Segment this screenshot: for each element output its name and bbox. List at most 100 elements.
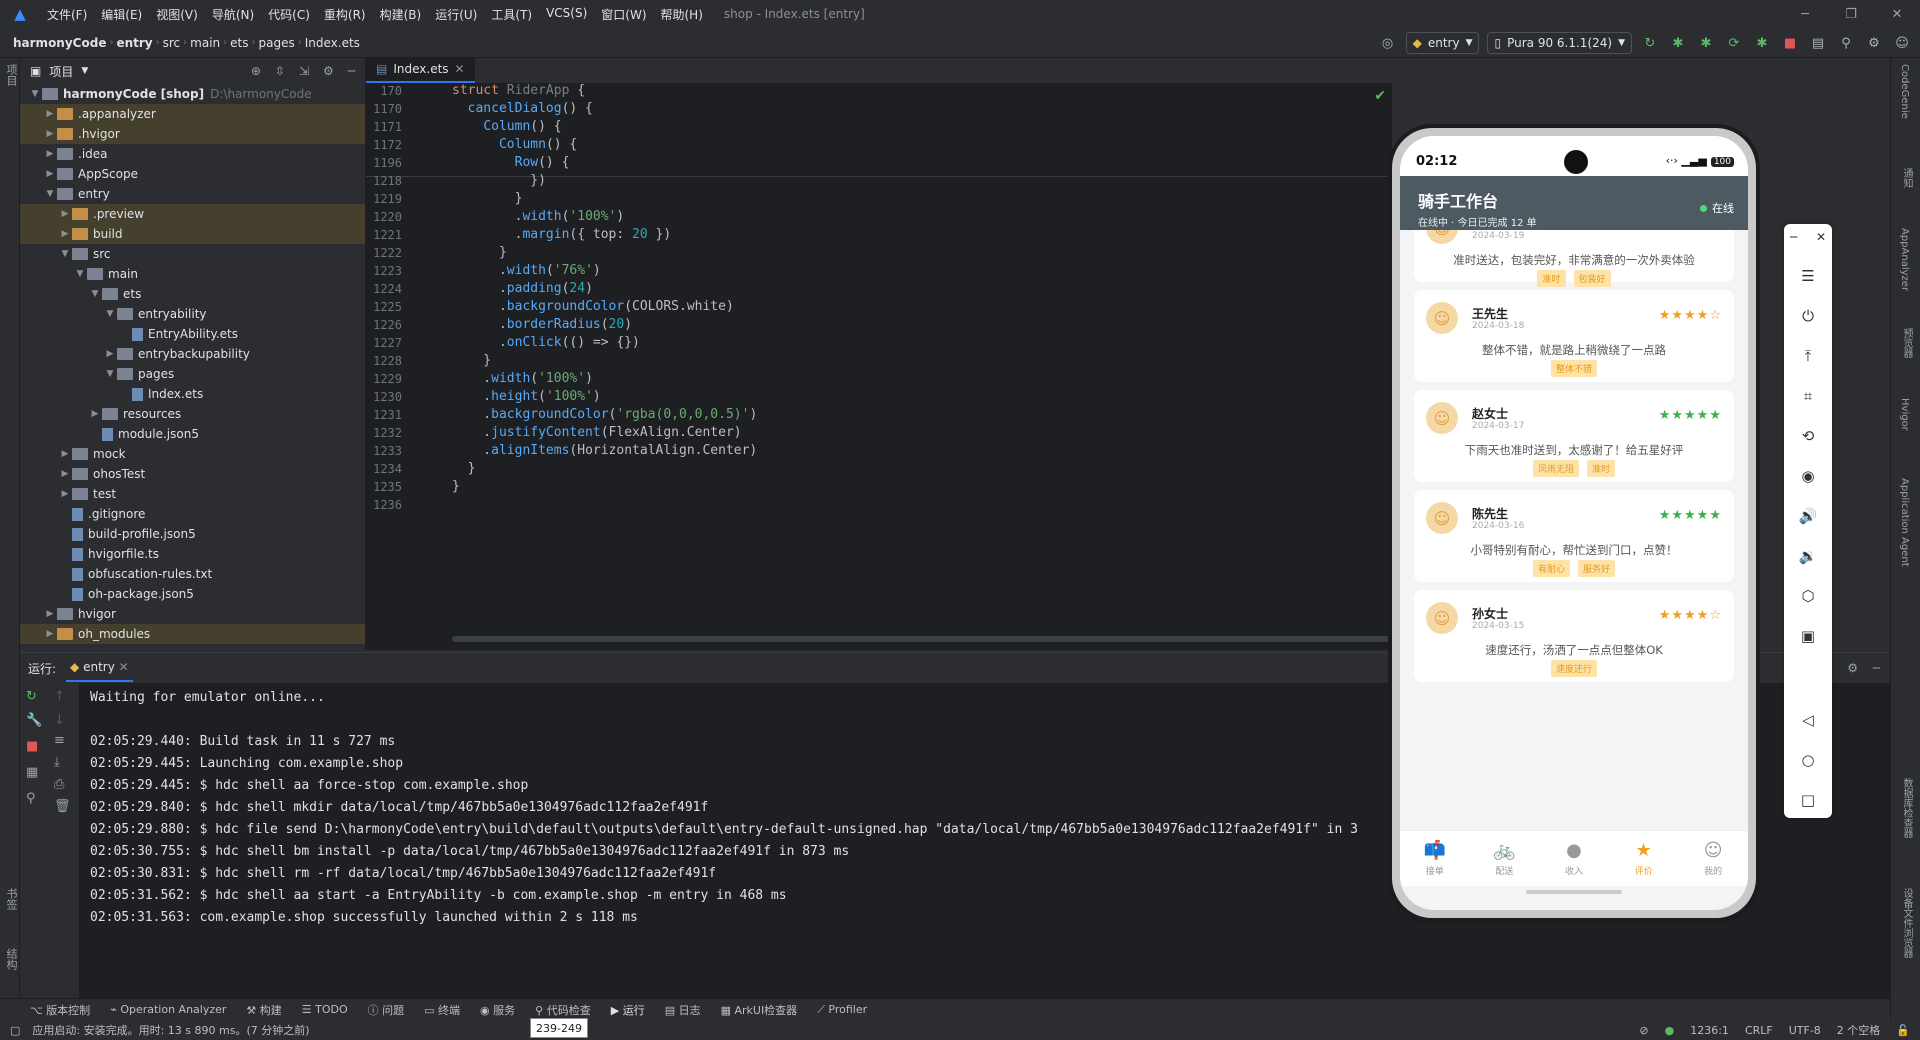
project-tool-tab[interactable]: 项目	[3, 64, 19, 86]
tree-item[interactable]: ▶ .preview	[20, 204, 365, 224]
tool-tab-3[interactable]: ☰ TODO	[302, 1003, 348, 1016]
rerun-icon[interactable]: ↻	[26, 689, 37, 704]
menu-icon[interactable]: ☰	[1796, 264, 1820, 288]
tree-item[interactable]: module.json5	[20, 424, 365, 444]
tool-tab-6[interactable]: ◉ 服务	[480, 1002, 515, 1018]
code-line[interactable]: .alignItems(HorizontalAlign.Center)	[452, 443, 757, 458]
tree-item[interactable]: ▶ entrybackupability	[20, 344, 365, 364]
upload-icon[interactable]: ⤒	[1796, 344, 1820, 368]
chevron-down-icon[interactable]: ▼	[28, 89, 42, 99]
hide-panel-icon[interactable]: ─	[348, 64, 355, 78]
code-line[interactable]: })	[452, 173, 546, 188]
code-line[interactable]: .onClick(() => {})	[452, 335, 640, 350]
scroll-up-icon[interactable]: ↑	[54, 689, 65, 704]
lock-icon[interactable]: 🔓	[1896, 1024, 1910, 1037]
stop-icon[interactable]: ■	[1780, 33, 1800, 53]
menu-item[interactable]: 视图(V)	[149, 6, 205, 23]
tree-item[interactable]: ▶ .appanalyzer	[20, 104, 365, 124]
menu-item[interactable]: 构建(B)	[373, 6, 429, 23]
app-tab-4[interactable]: ☺ 我的	[1678, 831, 1748, 886]
code-line[interactable]: .borderRadius(20)	[452, 317, 632, 332]
chevron-right-icon[interactable]: ▶	[43, 149, 57, 159]
breadcrumb-item[interactable]: pages	[255, 36, 297, 50]
tree-item[interactable]: ▶ ohosTest	[20, 464, 365, 484]
profile-icon[interactable]: ✱	[1752, 33, 1772, 53]
tree-item[interactable]: EntryAbility.ets	[20, 324, 365, 344]
tree-item[interactable]: ▶ oh_modules	[20, 624, 365, 644]
indent-setting[interactable]: 2 个空格	[1837, 1022, 1881, 1038]
tool-tab-5[interactable]: ▭ 终端	[424, 1002, 460, 1018]
close-icon[interactable]: ✕	[1874, 0, 1920, 28]
expand-all-icon[interactable]: ⇳	[275, 64, 285, 78]
tree-item[interactable]: ▶ AppScope	[20, 164, 365, 184]
hvigor-tool-tab[interactable]: Hvigor	[1899, 398, 1910, 431]
tree-item[interactable]: ▼ harmonyCode [shop] D:\harmonyCode	[20, 84, 365, 104]
code-line[interactable]: .height('100%')	[452, 389, 600, 404]
chevron-right-icon[interactable]: ▶	[43, 109, 57, 119]
tree-item[interactable]: Index.ets	[20, 384, 365, 404]
menu-item[interactable]: 工具(T)	[484, 6, 539, 23]
target-icon[interactable]: ◎	[1378, 33, 1398, 53]
device-dropdown[interactable]: ▯ Pura 90 6.1.1(24) ▼	[1487, 32, 1632, 54]
code-line[interactable]: .width('100%')	[452, 209, 625, 224]
menu-item[interactable]: 运行(U)	[428, 6, 484, 23]
minimize-icon[interactable]: ─	[1782, 0, 1828, 28]
reload-icon[interactable]: ⟳	[1724, 33, 1744, 53]
menu-item[interactable]: 代码(C)	[261, 6, 317, 23]
multi-device-icon[interactable]: ▣	[1796, 624, 1820, 648]
menu-item[interactable]: 文件(F)	[40, 6, 94, 23]
file-encoding[interactable]: UTF-8	[1789, 1024, 1821, 1037]
tree-item[interactable]: ▶ build	[20, 224, 365, 244]
tool-tab-4[interactable]: ⓘ 问题	[368, 1002, 405, 1018]
recents-icon[interactable]: □	[1796, 788, 1820, 812]
menu-item[interactable]: 编辑(E)	[94, 6, 149, 23]
back-icon[interactable]: ◁	[1796, 708, 1820, 732]
soft-wrap-icon[interactable]: ≡	[54, 733, 65, 748]
code-line[interactable]: .backgroundColor(COLORS.white)	[452, 299, 734, 314]
bookmarks-tool-tab[interactable]: 书签	[3, 888, 19, 910]
code-line[interactable]: .justifyContent(FlexAlign.Center)	[452, 425, 741, 440]
chevron-down-icon[interactable]: ▼	[103, 309, 117, 319]
chevron-right-icon[interactable]: ▶	[58, 489, 72, 499]
close-tab-icon[interactable]: ✕	[455, 62, 465, 76]
tool-tab-8[interactable]: ▶ 运行	[611, 1002, 645, 1018]
chevron-right-icon[interactable]: ▶	[58, 229, 72, 239]
code-line[interactable]: .width('100%')	[452, 371, 593, 386]
menu-item[interactable]: 导航(N)	[205, 6, 261, 23]
account-icon[interactable]: ☺	[1892, 33, 1912, 53]
tree-item[interactable]: build-profile.json5	[20, 524, 365, 544]
tree-item[interactable]: ▶ .hvigor	[20, 124, 365, 144]
horizontal-scrollbar[interactable]	[452, 636, 1392, 642]
tool-tab-11[interactable]: ⟋ Profiler	[817, 1003, 867, 1017]
settings-gear-icon[interactable]: ⚙	[1847, 661, 1858, 675]
tool-tab-1[interactable]: ⌁ Operation Analyzer	[110, 1003, 226, 1016]
tree-item[interactable]: ▼ main	[20, 264, 365, 284]
chevron-down-icon[interactable]: ▼	[88, 289, 102, 299]
menu-item[interactable]: 帮助(H)	[654, 6, 710, 23]
code-line[interactable]: Row() {	[452, 155, 570, 170]
breadcrumb-item[interactable]: main	[187, 36, 223, 50]
previewer-tool-tab[interactable]: 预览器	[1899, 328, 1914, 358]
menu-item[interactable]: VCS(S)	[539, 6, 594, 23]
run-config-dropdown[interactable]: ◆ entry ▼	[1405, 32, 1480, 54]
app-tab-2[interactable]: ● 收入	[1539, 831, 1609, 886]
attach-debugger-icon[interactable]: ✱	[1696, 33, 1716, 53]
tree-item[interactable]: hvigorfile.ts	[20, 544, 365, 564]
settings-gear-icon[interactable]: ⚙	[1864, 33, 1884, 53]
fold-icon[interactable]: ⬡	[1796, 584, 1820, 608]
chevron-right-icon[interactable]: ▶	[43, 629, 57, 639]
device-manager-icon[interactable]: ▤	[1808, 33, 1828, 53]
collapse-all-icon[interactable]: ⇲	[299, 64, 309, 78]
tool-tab-7[interactable]: ⚲ 代码检查	[535, 1002, 591, 1018]
rotate-icon[interactable]: ⟲	[1796, 424, 1820, 448]
power-icon[interactable]: ⏻	[1796, 304, 1820, 328]
status-message[interactable]: 应用启动: 安装完成。用时: 13 s 890 ms。(7 分钟之前)	[32, 1022, 309, 1038]
hide-panel-icon[interactable]: ─	[1873, 661, 1880, 675]
online-status[interactable]: 在线	[1700, 200, 1734, 216]
review-card[interactable]: ☺ 王先生 2024-03-18 ★★★★☆ 整体不错，就是路上稍微绕了一点路 整体不错	[1414, 290, 1734, 382]
review-card[interactable]: ☺ 孙女士 2024-03-15 ★★★★☆ 速度还行，汤洒了一点点但整体OK 速度还行	[1414, 590, 1734, 682]
code-line[interactable]: .backgroundColor('rgba(0,0,0,0.5)')	[452, 407, 757, 422]
tree-item[interactable]: ▼ pages	[20, 364, 365, 384]
breadcrumb-item[interactable]: Index.ets	[302, 36, 363, 50]
review-list[interactable]: ☺2024-03-19★★★★★准时送达，包装完好，非常满意的一次外卖体验准时包…	[1400, 230, 1748, 830]
